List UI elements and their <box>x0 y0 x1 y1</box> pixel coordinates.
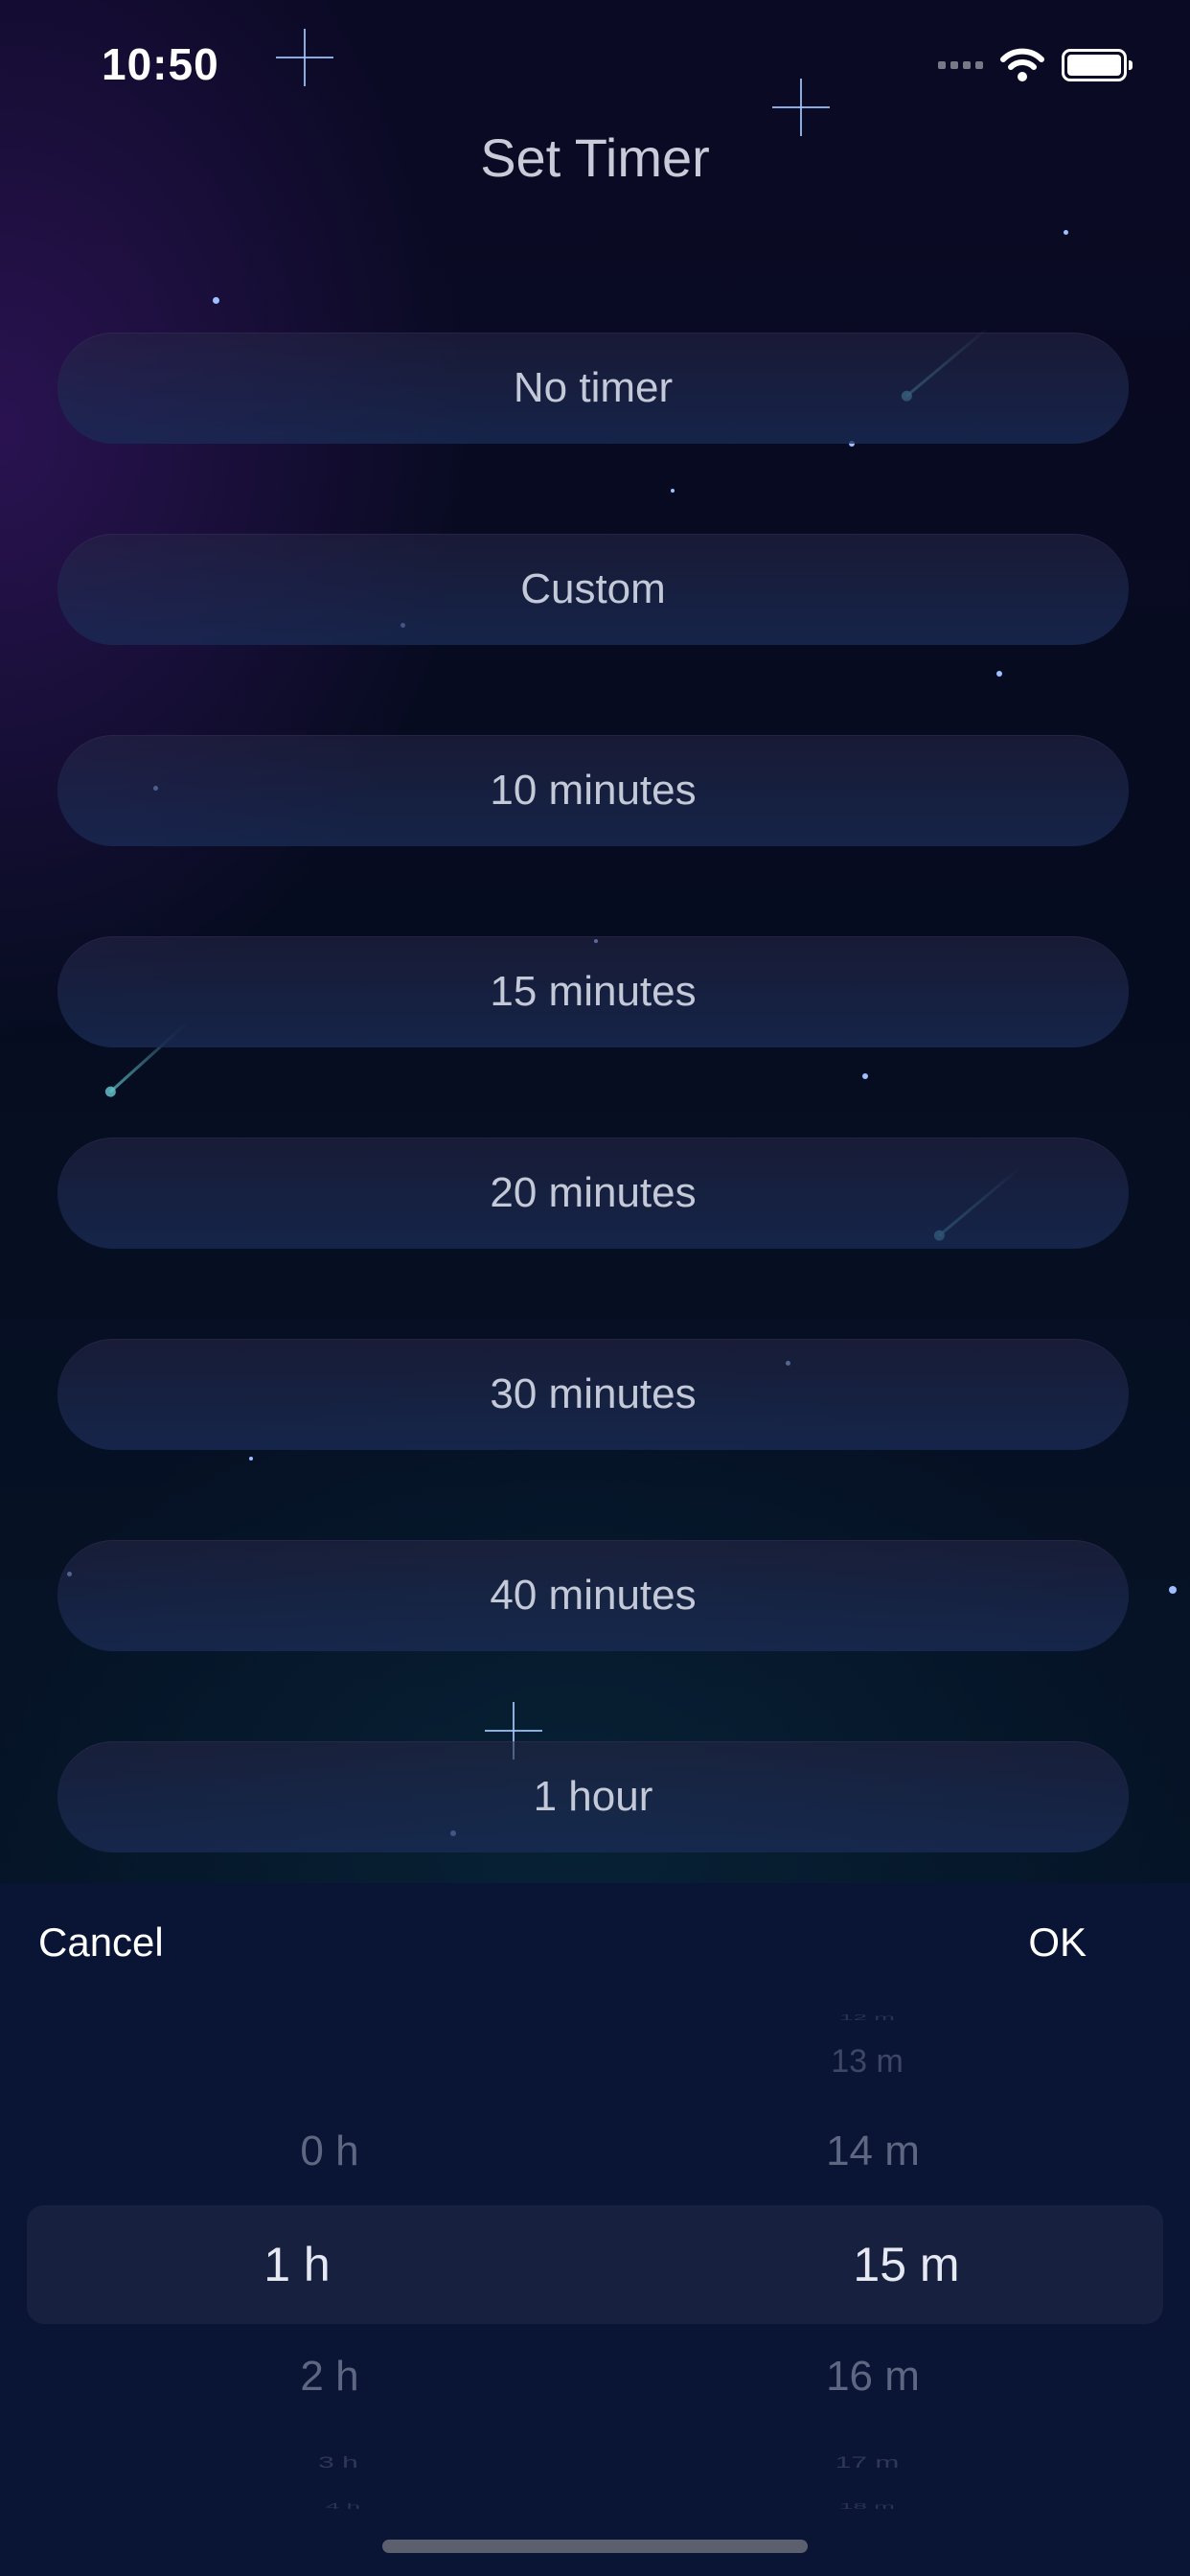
home-indicator[interactable] <box>382 2540 808 2553</box>
battery-icon <box>1062 49 1133 81</box>
timer-option-1-hour[interactable]: 1 hour <box>57 1741 1129 1852</box>
timer-option-custom[interactable]: Custom <box>57 534 1129 645</box>
wifi-icon <box>1000 48 1044 81</box>
minutes-option[interactable]: 13 m <box>723 2043 1011 2081</box>
ok-button[interactable]: OK <box>1028 1920 1087 1966</box>
star <box>1064 230 1068 235</box>
timer-option-40-minutes[interactable]: 40 minutes <box>57 1540 1129 1651</box>
timer-option-15-minutes[interactable]: 15 minutes <box>57 936 1129 1047</box>
page-title: Set Timer <box>480 127 710 188</box>
minutes-option[interactable]: 17 m <box>723 2454 1011 2472</box>
hours-option[interactable]: 2 h <box>186 2353 473 2401</box>
timer-option-no-timer[interactable]: No timer <box>57 333 1129 444</box>
hours-option[interactable]: 4 h <box>199 2502 487 2511</box>
hours-option[interactable]: 3 h <box>195 2454 482 2472</box>
timer-option-20-minutes[interactable]: 20 minutes <box>57 1138 1129 1249</box>
timer-option-30-minutes[interactable]: 30 minutes <box>57 1339 1129 1450</box>
status-time: 10:50 <box>102 39 219 89</box>
timer-option-10-minutes[interactable]: 10 minutes <box>57 735 1129 846</box>
minutes-selected[interactable]: 15 m <box>763 2237 1050 2292</box>
status-icons <box>938 46 1133 84</box>
hours-selected[interactable]: 1 h <box>153 2237 441 2292</box>
minutes-option[interactable]: 14 m <box>729 2128 1017 2175</box>
timer-option-list: No timer Custom 10 minutes 15 minutes 20… <box>57 333 1129 1943</box>
star <box>213 297 219 304</box>
minutes-option[interactable]: 18 m <box>723 2502 1011 2511</box>
minutes-option[interactable]: 16 m <box>729 2353 1017 2401</box>
cancel-button[interactable]: Cancel <box>38 1920 164 1966</box>
star <box>1169 1586 1177 1594</box>
cellular-signal-icon <box>938 61 983 69</box>
hours-option[interactable]: 0 h <box>186 2128 473 2175</box>
minutes-option[interactable]: 12 m <box>723 2013 1011 2022</box>
